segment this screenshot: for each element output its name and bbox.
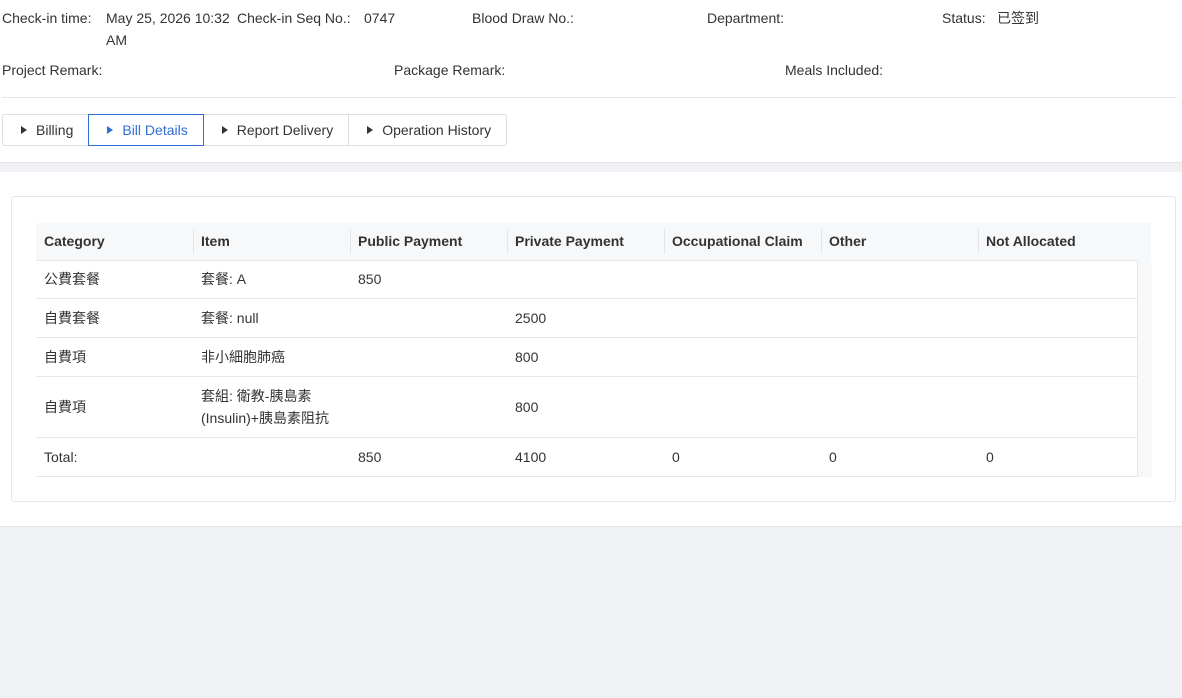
table-row: 自費項 套組: 衛教-胰島素 (Insulin)+胰島素阻抗 800 [36,377,1137,438]
column-header-private-payment-label: Private Payment [515,233,624,249]
total-occupational-claim: 0 [672,449,680,465]
checkin-time-label: Check-in time: [2,10,92,26]
cell-item-line1: 套組: 衛教-胰島素 [201,388,312,404]
cell-category: 公費套餐 [44,271,100,287]
total-private-payment: 4100 [515,449,547,465]
cell-private-payment: 2500 [515,310,547,326]
seq-label: Check-in Seq No.: [237,10,351,26]
column-separator [978,229,979,254]
total-other: 0 [829,449,837,465]
caret-right-icon [367,126,374,134]
detail-tabs: Billing Bill Details Report Delivery Ope… [2,114,508,146]
caret-right-icon [21,126,27,134]
cell-item: 套餐: A [201,271,247,287]
column-header-category: Category [36,223,193,260]
cell-category: 自費項 [44,399,86,415]
project-remark-label: Project Remark: [2,62,103,78]
column-separator [821,229,822,254]
tab-billing[interactable]: Billing [2,114,90,146]
column-header-public-payment-label: Public Payment [358,233,463,249]
column-header-private-payment: Private Payment [507,223,664,260]
status-label: Status: [942,10,986,26]
column-separator [664,229,665,254]
column-header-occupational-claim: Occupational Claim [664,223,821,260]
checkin-time-field: Check-in time: [2,7,91,29]
cell-category: 自費套餐 [44,310,100,326]
total-label: Total: [44,449,78,465]
tab-operation-history[interactable]: Operation History [348,114,508,146]
department-label: Department: [707,10,785,26]
cell-item: 套組: 衛教-胰島素 (Insulin)+胰島素阻抗 [193,385,329,429]
package-remark-label: Package Remark: [394,62,506,78]
checkin-time-value: May 25, 2026 10:32 AM [106,7,230,51]
checkin-time-value-line2: AM [106,32,127,48]
table-scrollbar[interactable] [1137,260,1152,477]
column-header-other: Other [821,223,978,260]
blood-draw-label: Blood Draw No.: [472,10,574,26]
tab-billing-label: Billing [36,122,74,138]
column-header-item: Item [193,223,350,260]
column-header-not-allocated: Not Allocated [978,223,1151,260]
table-row: 自費項 非小細胞肺癌 800 [36,338,1137,377]
tab-bill-details-label: Bill Details [122,122,188,138]
checkin-time-value-line1: May 25, 2026 10:32 [106,10,230,26]
cell-private-payment: 800 [515,349,539,365]
status-value: 已签到 [997,10,1039,26]
cell-public-payment: 850 [358,271,382,287]
cell-private-payment: 800 [515,399,539,415]
column-header-not-allocated-label: Not Allocated [986,233,1076,249]
meals-included-label: Meals Included: [785,62,884,78]
caret-right-icon [107,126,114,134]
seq-field: Check-in Seq No.: [237,7,351,29]
table-row: 公費套餐 套餐: A 850 [36,260,1137,299]
table-row: 自費套餐 套餐: null 2500 [36,299,1137,338]
column-header-other-label: Other [829,233,867,249]
cell-item-line2: (Insulin)+胰島素阻抗 [201,410,329,426]
bill-details-card: Category Item Public Payment Private Pay… [11,196,1176,502]
tab-operation-history-label: Operation History [382,122,492,138]
info-divider [2,97,1177,98]
column-header-public-payment: Public Payment [350,223,507,260]
column-header-category-label: Category [44,233,105,249]
column-separator [350,229,351,254]
total-not-allocated: 0 [986,449,994,465]
column-separator [193,229,194,254]
total-public-payment: 850 [358,449,382,465]
table-total-row: Total: 850 4100 0 0 0 [36,438,1137,477]
tab-report-delivery[interactable]: Report Delivery [202,114,350,146]
table-header: Category Item Public Payment Private Pay… [36,223,1151,261]
page-bottom-area [0,526,1182,698]
checkin-info-panel: Check-in time: May 25, 2026 10:32 AM Che… [0,0,1182,98]
column-separator [507,229,508,254]
cell-category: 自費項 [44,349,86,365]
section-separator [0,162,1182,172]
cell-item: 套餐: null [201,310,259,326]
column-header-occupational-claim-label: Occupational Claim [672,233,803,249]
seq-value: 0747 [364,10,396,26]
tab-bill-details[interactable]: Bill Details [88,114,204,146]
tab-report-delivery-label: Report Delivery [236,122,334,138]
cell-item: 非小細胞肺癌 [201,349,285,365]
caret-right-icon [221,126,228,134]
column-header-item-label: Item [201,233,230,249]
